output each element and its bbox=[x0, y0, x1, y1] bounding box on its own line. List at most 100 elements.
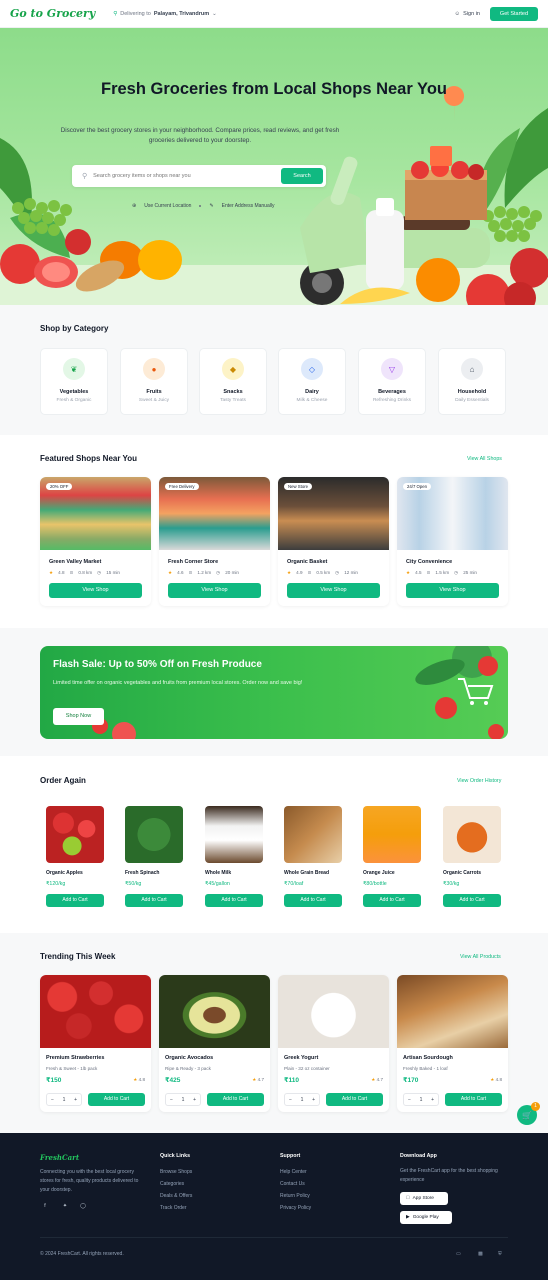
view-all-products-link[interactable]: View All Products bbox=[460, 954, 501, 960]
hero-subtitle: Discover the best grocery stores in your… bbox=[60, 127, 340, 144]
use-location-link[interactable]: Use Current Location bbox=[144, 203, 191, 209]
app-store-button[interactable]:  App Store bbox=[400, 1192, 448, 1205]
signin-link[interactable]: ☺ Sign in bbox=[455, 11, 480, 17]
top-header: Go to Grocery ⚲ Delivering to Palayam, T… bbox=[0, 0, 548, 28]
trending-title: Trending This Week bbox=[40, 952, 116, 961]
category-subtitle: Tasty Treats bbox=[220, 398, 246, 403]
star-icon: ★ bbox=[168, 570, 173, 575]
category-card-beverages[interactable]: ▽ Beverages Refreshing Drinks bbox=[358, 348, 426, 415]
category-subtitle: Fresh & Organic bbox=[56, 398, 92, 403]
decrement-button[interactable]: − bbox=[170, 1097, 173, 1103]
cart-controls: − 1 + Add to Cart bbox=[284, 1093, 383, 1106]
shop-now-button[interactable]: Shop Now bbox=[53, 708, 104, 725]
increment-button[interactable]: + bbox=[193, 1097, 196, 1103]
add-to-cart-button[interactable]: Add to Cart bbox=[125, 894, 183, 907]
view-all-shops-link[interactable]: View All Shops bbox=[467, 456, 502, 462]
distance-icon: ⊙ bbox=[307, 570, 312, 575]
category-card-fruits[interactable]: ● Fruits Sweet & Juicy bbox=[120, 348, 188, 415]
instagram-icon[interactable]: ◯ bbox=[78, 1203, 88, 1213]
order-again-item[interactable]: Orange Juice ₹80/bottle Add to Cart bbox=[357, 801, 428, 911]
leaf-icon: ❦ bbox=[63, 358, 85, 380]
twitter-icon[interactable]: ✦ bbox=[60, 1203, 70, 1213]
decrement-button[interactable]: − bbox=[408, 1097, 411, 1103]
add-to-cart-button[interactable]: Add to Cart bbox=[207, 1093, 264, 1106]
footer-link-browse-shops[interactable]: Browse Shops bbox=[160, 1169, 192, 1175]
shop-time: 12 min bbox=[344, 570, 358, 575]
category-card-dairy[interactable]: ◇ Dairy Milk & Cheese bbox=[278, 348, 346, 415]
view-order-history-link[interactable]: View Order History bbox=[457, 778, 501, 784]
product-rating-wrap: ★ 4.7 bbox=[252, 1077, 264, 1083]
shop-time: 15 min bbox=[106, 570, 120, 575]
decrement-button[interactable]: − bbox=[51, 1097, 54, 1103]
shop-name: Green Valley Market bbox=[49, 559, 102, 565]
google-play-button[interactable]: ▶ Google Play bbox=[400, 1211, 452, 1224]
increment-button[interactable]: + bbox=[312, 1097, 315, 1103]
trending-product-card[interactable]: Greek Yogurt Plain - 32 oz container ₹110 ★… bbox=[278, 975, 389, 1112]
add-to-cart-button[interactable]: Add to Cart bbox=[443, 894, 501, 907]
enter-address-link[interactable]: Enter Address Manually bbox=[222, 203, 275, 209]
product-image bbox=[443, 806, 501, 863]
shop-card[interactable]: Free Delivery Fresh Corner Store ★ 4.6 ⊙ 1.2 … bbox=[159, 477, 270, 606]
cart-icon: 🛒 bbox=[522, 1110, 532, 1120]
delivery-location[interactable]: ⚲ Delivering to Palayam, Trivandrum ⌄ bbox=[113, 11, 217, 17]
category-card-household[interactable]: ⌂ Household Daily Essentials bbox=[438, 348, 506, 415]
footer-link-track-order[interactable]: Track Order bbox=[160, 1205, 186, 1211]
apple-icon:  bbox=[406, 1196, 410, 1201]
get-started-button[interactable]: Get Started bbox=[490, 6, 538, 21]
product-rating: 4.7 bbox=[376, 1077, 383, 1082]
product-rating: 4.8 bbox=[138, 1077, 145, 1082]
category-subtitle: Daily Essentials bbox=[455, 398, 489, 403]
category-name: Beverages bbox=[378, 389, 406, 395]
clock-icon: ◷ bbox=[454, 570, 459, 575]
add-to-cart-button[interactable]: Add to Cart bbox=[205, 894, 263, 907]
brand-logo[interactable]: Go to Grocery bbox=[10, 7, 95, 20]
category-card-snacks[interactable]: ◆ Snacks Tasty Treats bbox=[199, 348, 267, 415]
product-description: Freshly Baked - 1 loaf bbox=[403, 1066, 448, 1071]
cup-icon: ▽ bbox=[381, 358, 403, 380]
trending-product-card[interactable]: Artisan Sourdough Freshly Baked - 1 loaf ₹… bbox=[397, 975, 508, 1112]
order-again-item[interactable]: Whole Milk ₹45/gallon Add to Cart bbox=[199, 801, 270, 911]
clock-icon: ◷ bbox=[335, 570, 340, 575]
view-shop-button[interactable]: View Shop bbox=[287, 583, 380, 598]
order-again-item[interactable]: Organic Apples ₹120/kg Add to Cart bbox=[40, 801, 111, 911]
shop-distance: 0.8 km bbox=[78, 570, 93, 575]
increment-button[interactable]: + bbox=[74, 1097, 77, 1103]
product-rating-wrap: ★ 4.7 bbox=[371, 1077, 383, 1083]
facebook-icon[interactable]: f bbox=[40, 1203, 50, 1213]
search-button[interactable]: Search bbox=[281, 168, 323, 184]
order-again-item[interactable]: Whole Grain Bread ₹70/loaf Add to Cart bbox=[278, 801, 349, 911]
category-card-vegetables[interactable]: ❦ Vegetables Fresh & Organic bbox=[40, 348, 108, 415]
shop-card[interactable]: 20% OFF Green Valley Market ★ 4.8 ⊙ 0.8 km ◷ 15… bbox=[40, 477, 151, 606]
floating-cart-button[interactable]: 🛒 1 bbox=[517, 1102, 540, 1125]
shop-card[interactable]: New Store Organic Basket ★ 4.9 ⊙ 0.5 km ◷ 12 mi… bbox=[278, 477, 389, 606]
add-to-cart-button[interactable]: Add to Cart bbox=[445, 1093, 502, 1106]
view-shop-button[interactable]: View Shop bbox=[168, 583, 261, 598]
footer-link-categories[interactable]: Categories bbox=[160, 1181, 184, 1187]
view-shop-button[interactable]: View Shop bbox=[406, 583, 499, 598]
shop-badge: Free Delivery bbox=[165, 483, 199, 490]
add-to-cart-button[interactable]: Add to Cart bbox=[326, 1093, 383, 1106]
order-again-item[interactable]: Fresh Spinach ₹50/kg Add to Cart bbox=[119, 801, 190, 911]
shop-rating: 4.5 bbox=[415, 570, 422, 575]
hero-title: Fresh Groceries from Local Shops Near Yo… bbox=[101, 80, 447, 98]
footer-link-contact[interactable]: Contact Us bbox=[280, 1181, 305, 1187]
footer-link-help-center[interactable]: Help Center bbox=[280, 1169, 307, 1175]
add-to-cart-button[interactable]: Add to Cart bbox=[46, 894, 104, 907]
trending-product-card[interactable]: Premium Strawberries Fresh & Sweet - 1lb … bbox=[40, 975, 151, 1112]
shop-card[interactable]: 24/7 Open City Convenience ★ 4.5 ⊙ 1.5 km ◷ 25 … bbox=[397, 477, 508, 606]
increment-button[interactable]: + bbox=[431, 1097, 434, 1103]
add-to-cart-button[interactable]: Add to Cart bbox=[88, 1093, 145, 1106]
footer-divider bbox=[40, 1237, 508, 1238]
search-input[interactable] bbox=[93, 173, 281, 179]
footer-link-deals[interactable]: Deals & Offers bbox=[160, 1193, 192, 1199]
footer-link-privacy-policy[interactable]: Privacy Policy bbox=[280, 1205, 311, 1211]
decrement-button[interactable]: − bbox=[289, 1097, 292, 1103]
trending-product-card[interactable]: Organic Avocados Ripe & Ready - 3 pack ₹42… bbox=[159, 975, 270, 1112]
footer-link-return-policy[interactable]: Return Policy bbox=[280, 1193, 310, 1199]
add-to-cart-button[interactable]: Add to Cart bbox=[363, 894, 421, 907]
cart-count-badge: 1 bbox=[531, 1102, 540, 1111]
view-shop-button[interactable]: View Shop bbox=[49, 583, 142, 598]
add-to-cart-button[interactable]: Add to Cart bbox=[284, 894, 342, 907]
category-name: Vegetables bbox=[59, 389, 89, 395]
order-again-item[interactable]: Organic Carrots ₹30/kg Add to Cart bbox=[437, 801, 508, 911]
